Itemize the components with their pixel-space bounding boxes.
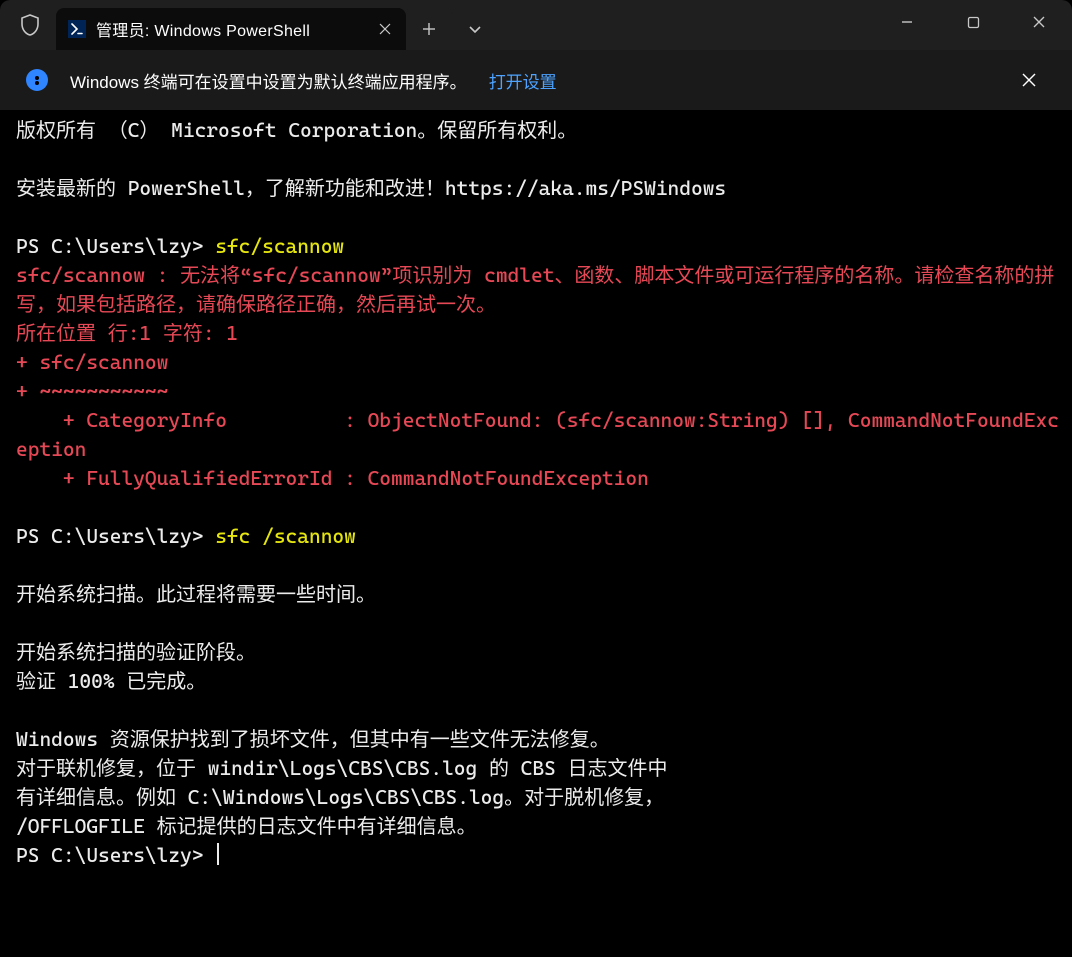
output-line: 安装最新的 PowerShell，了解新功能和改进！https://aka.ms… [16, 176, 726, 200]
error-line: 所在位置 行:1 字符: 1 [16, 321, 238, 345]
command-input: sfc /scannow [215, 524, 356, 548]
tab-active[interactable]: 管理员: Windows PowerShell [56, 8, 406, 50]
prompt: PS C:\Users\lzy> [16, 843, 215, 867]
tab-dropdown-button[interactable] [452, 8, 498, 50]
command-input: sfc/scannow [215, 234, 344, 258]
open-settings-link[interactable]: 打开设置 [489, 68, 557, 93]
uac-shield-icon [4, 0, 56, 50]
prompt: PS C:\Users\lzy> [16, 234, 215, 258]
plus-icon [422, 22, 436, 36]
maximize-icon [967, 16, 980, 29]
infobar: Windows 终端可在设置中设置为默认终端应用程序。 打开设置 [0, 50, 1072, 110]
prompt: PS C:\Users\lzy> [16, 524, 215, 548]
tab-close-button[interactable] [372, 16, 398, 42]
close-icon [379, 23, 391, 35]
minimize-button[interactable] [874, 0, 940, 44]
output-line: /OFFLOGFILE 标记提供的日志文件中有详细信息。 [16, 814, 477, 838]
terminal-pane[interactable]: 版权所有 （C） Microsoft Corporation。保留所有权利。 安… [0, 110, 1072, 957]
titlebar[interactable]: 管理员: Windows PowerShell [0, 0, 1072, 50]
window-frame: 管理员: Windows PowerShell [0, 0, 1072, 957]
tab-title: 管理员: Windows PowerShell [96, 17, 362, 41]
output-line: 开始系统扫描的验证阶段。 [16, 640, 256, 664]
maximize-button[interactable] [940, 0, 1006, 44]
output-line: 开始系统扫描。此过程将需要一些时间。 [16, 582, 376, 606]
error-line: sfc/scannow : 无法将“sfc/scannow”项识别为 cmdle… [16, 263, 1054, 316]
close-icon [1032, 15, 1046, 29]
info-icon [26, 69, 48, 91]
infobar-close-button[interactable] [1012, 63, 1046, 97]
output-line: Windows 资源保护找到了损坏文件，但其中有一些文件无法修复。 [16, 727, 610, 751]
close-window-button[interactable] [1006, 0, 1072, 44]
infobar-message: Windows 终端可在设置中设置为默认终端应用程序。 [70, 68, 467, 93]
close-icon [1021, 72, 1037, 88]
cursor [217, 843, 219, 865]
chevron-down-icon [468, 24, 482, 34]
error-line: + ~~~~~~~~~~~ [16, 379, 168, 403]
output-line: 版权所有 （C） Microsoft Corporation。保留所有权利。 [16, 118, 577, 142]
powershell-icon [68, 20, 86, 38]
error-line: + FullyQualifiedErrorId : CommandNotFoun… [16, 466, 649, 490]
output-line: 验证 100% 已完成。 [16, 669, 206, 693]
new-tab-button[interactable] [406, 8, 452, 50]
output-line: 有详细信息。例如 C:\Windows\Logs\CBS\CBS.log。对于脱… [16, 785, 664, 809]
error-line: + sfc/scannow [16, 350, 168, 374]
error-line: + CategoryInfo : ObjectNotFound: (sfc/sc… [16, 408, 1059, 461]
output-line: 对于联机修复，位于 windir\Logs\CBS\CBS.log 的 CBS … [16, 756, 668, 780]
window-controls [874, 0, 1072, 50]
minimize-icon [900, 15, 914, 29]
